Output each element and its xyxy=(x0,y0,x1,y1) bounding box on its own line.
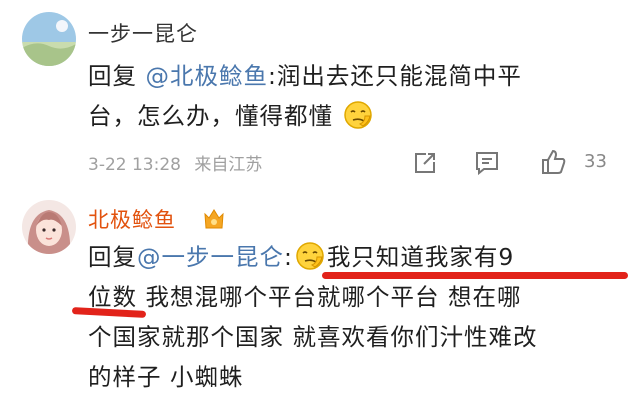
red-underline-annotation xyxy=(322,272,628,279)
comment-item: 一步一昆仑 回复 @北极鲶鱼:润出去还只能混简中平 台，怎么办，懂得都懂 3-2… xyxy=(0,0,640,192)
mention-link[interactable]: @北极鲶鱼 xyxy=(145,62,268,90)
like-count: 33 xyxy=(584,151,607,172)
reply-prefix: 回复 xyxy=(88,243,137,271)
vip-crown-badge-icon xyxy=(202,206,226,236)
avatar[interactable] xyxy=(22,200,76,254)
comment-text-line1: 我只知道我家有9 xyxy=(326,243,515,271)
smirk-emoji-icon xyxy=(295,241,325,271)
smirk-emoji-icon xyxy=(343,100,373,130)
comment-meta: 3-22 13:28 来自江苏 xyxy=(88,150,262,175)
timestamp: 3-22 13:28 xyxy=(88,155,181,175)
share-icon[interactable] xyxy=(412,150,442,180)
comment-text-line1: :润出去还只能混简中平 xyxy=(267,62,522,90)
comment-icon[interactable] xyxy=(474,150,504,180)
username[interactable]: 一步一昆仑 xyxy=(88,18,198,48)
mention-link[interactable]: @一步一昆仑 xyxy=(137,243,284,271)
comment-item: 北极鲶鱼 回复@一步一昆仑: 我只知道我家有9 位数 我想混哪个平台就哪个平台 … xyxy=(0,192,640,405)
comment-text: 回复 @北极鲶鱼:润出去还只能混简中平 台，怎么办，懂得都懂 xyxy=(88,56,633,136)
comment-text-line2a: 位数 xyxy=(88,283,137,311)
like-icon[interactable] xyxy=(540,148,570,178)
location-source: 来自江苏 xyxy=(194,155,263,175)
comment-text-line2b: 我想混哪个平台就哪个平台 想在哪 xyxy=(137,283,522,311)
comment-text-line4: 的样子 小蜘蛛 xyxy=(88,363,244,391)
reply-prefix: 回复 xyxy=(88,62,146,90)
comment-text-line2: 台，怎么办，懂得都懂 xyxy=(88,102,333,130)
comment-text-line3: 个国家就那个国家 就喜欢看你们汁性难改 xyxy=(88,323,538,351)
avatar[interactable] xyxy=(22,12,76,66)
username[interactable]: 北极鲶鱼 xyxy=(88,204,176,234)
comment-text: 回复@一步一昆仑: 我只知道我家有9 位数 我想混哪个平台就哪个平台 想在哪 个… xyxy=(88,241,538,391)
